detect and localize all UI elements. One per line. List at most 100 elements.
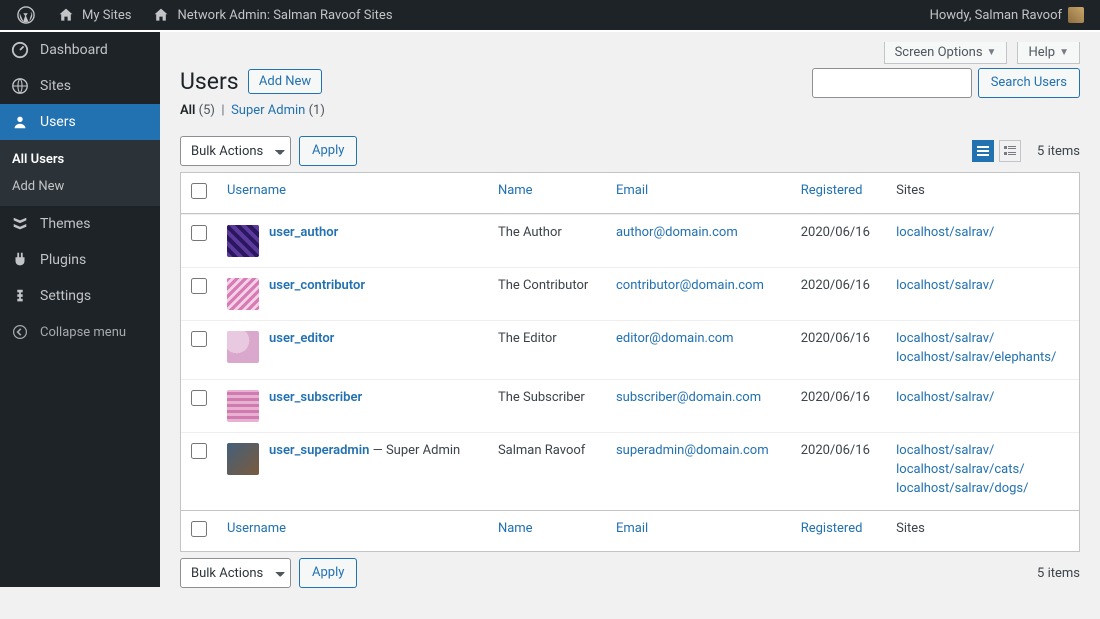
- sidebar-item-plugins[interactable]: Plugins: [0, 242, 160, 278]
- howdy-label: Howdy, Salman Ravoof: [930, 8, 1062, 23]
- sidebar-item-users[interactable]: Users: [0, 104, 160, 140]
- sites-cell: localhost/salrav/: [886, 267, 1079, 320]
- help-button[interactable]: Help▼: [1017, 42, 1080, 64]
- username-link[interactable]: user_author: [269, 225, 338, 240]
- site-link[interactable]: localhost/salrav/: [896, 278, 1069, 293]
- screen-meta-links: Screen Options▼ Help▼: [180, 42, 1080, 64]
- sidebar-item-settings[interactable]: Settings: [0, 278, 160, 314]
- col-sites: Sites: [886, 173, 1079, 214]
- site-link[interactable]: localhost/salrav/: [896, 331, 1069, 346]
- themes-icon: [10, 214, 30, 234]
- avatar-icon: [1068, 7, 1084, 23]
- select-all-checkbox[interactable]: [191, 183, 207, 199]
- name-cell: The Editor: [488, 320, 606, 379]
- email-link[interactable]: author@domain.com: [616, 225, 738, 240]
- site-link[interactable]: localhost/salrav/cats/: [896, 462, 1069, 477]
- table-row: user_subscriber The Subscriber subscribe…: [181, 379, 1079, 432]
- sites-cell: localhost/salrav/localhost/salrav/cats/l…: [886, 432, 1079, 510]
- sidebar-item-label: Users: [40, 114, 76, 130]
- filter-all-count: (5): [199, 103, 215, 118]
- screen-options-button[interactable]: Screen Options▼: [884, 42, 1008, 64]
- home-icon: [151, 5, 171, 25]
- registered-cell: 2020/06/16: [791, 432, 886, 510]
- username-link[interactable]: user_superadmin: [269, 443, 369, 458]
- search-users-button[interactable]: Search Users: [978, 68, 1080, 98]
- avatar: [227, 278, 259, 310]
- triangle-down-icon: ▼: [987, 47, 997, 58]
- sidebar-item-sites[interactable]: Sites: [0, 68, 160, 104]
- avatar: [227, 225, 259, 257]
- sidebar-item-themes[interactable]: Themes: [0, 206, 160, 242]
- wp-logo[interactable]: [8, 0, 44, 31]
- row-checkbox[interactable]: [191, 225, 207, 241]
- sidebar-item-label: Dashboard: [40, 42, 108, 58]
- username-link[interactable]: user_contributor: [269, 278, 365, 293]
- avatar: [227, 443, 259, 475]
- site-link[interactable]: localhost/salrav/: [896, 443, 1069, 458]
- my-sites-link[interactable]: My Sites: [48, 0, 139, 31]
- sidebar-item-dashboard[interactable]: Dashboard: [0, 32, 160, 68]
- site-link[interactable]: localhost/salrav/: [896, 390, 1069, 405]
- items-count: 5 items: [1037, 144, 1080, 159]
- email-link[interactable]: editor@domain.com: [616, 331, 734, 346]
- avatar: [227, 331, 259, 363]
- submenu-item-add-new[interactable]: Add New: [0, 173, 160, 200]
- filter-super-admin[interactable]: Super Admin: [231, 103, 305, 118]
- email-link[interactable]: contributor@domain.com: [616, 278, 764, 293]
- add-new-button[interactable]: Add New: [248, 69, 322, 94]
- sites-cell: localhost/salrav/: [886, 214, 1079, 267]
- account-link[interactable]: Howdy, Salman Ravoof: [922, 0, 1092, 31]
- collapse-menu[interactable]: Collapse menu: [0, 314, 160, 350]
- row-checkbox[interactable]: [191, 331, 207, 347]
- items-count: 5 items: [1037, 566, 1080, 581]
- submenu-item-all-users[interactable]: All Users: [0, 146, 160, 173]
- search-input[interactable]: [812, 68, 972, 98]
- table-footer-row: Username Name Email Registered Sites: [181, 510, 1079, 551]
- site-link[interactable]: localhost/salrav/dogs/: [896, 481, 1069, 496]
- col-email[interactable]: Email: [616, 183, 648, 198]
- col-registered[interactable]: Registered: [801, 183, 863, 198]
- col-username[interactable]: Username: [227, 183, 286, 198]
- username-link[interactable]: user_editor: [269, 331, 334, 346]
- sidebar-item-label: Themes: [40, 216, 90, 232]
- view-list-button[interactable]: [972, 140, 994, 162]
- bulk-actions-select[interactable]: Bulk Actions: [180, 136, 291, 166]
- username-link[interactable]: user_subscriber: [269, 390, 362, 405]
- users-icon: [10, 112, 30, 132]
- col-username[interactable]: Username: [227, 521, 286, 536]
- bulk-actions-select[interactable]: Bulk Actions: [180, 558, 291, 588]
- select-all-checkbox[interactable]: [191, 521, 207, 537]
- row-checkbox[interactable]: [191, 390, 207, 406]
- filter-super-count: (1): [309, 103, 325, 118]
- tablenav-top: Bulk Actions Apply 5 items: [180, 136, 1080, 166]
- wordpress-icon: [16, 5, 36, 25]
- table-row: user_superadmin — Super Admin Salman Rav…: [181, 432, 1079, 510]
- view-excerpt-button[interactable]: [999, 140, 1021, 162]
- view-filters: All (5) | Super Admin (1): [180, 103, 325, 118]
- site-link[interactable]: localhost/salrav/elephants/: [896, 350, 1069, 365]
- table-row: user_contributor The Contributor contrib…: [181, 267, 1079, 320]
- email-link[interactable]: subscriber@domain.com: [616, 390, 761, 405]
- users-table: Username Name Email Registered Sites use…: [180, 172, 1080, 552]
- page-title: Users: [180, 68, 239, 95]
- col-name[interactable]: Name: [498, 521, 533, 536]
- registered-cell: 2020/06/16: [791, 379, 886, 432]
- apply-button[interactable]: Apply: [299, 558, 357, 588]
- col-registered[interactable]: Registered: [801, 521, 863, 536]
- row-checkbox[interactable]: [191, 443, 207, 459]
- network-admin-link[interactable]: Network Admin: Salman Ravoof Sites: [143, 0, 400, 31]
- col-email[interactable]: Email: [616, 521, 648, 536]
- col-name[interactable]: Name: [498, 183, 533, 198]
- email-link[interactable]: superadmin@domain.com: [616, 443, 769, 458]
- view-switch: [970, 140, 1021, 162]
- main-content: Screen Options▼ Help▼ Users Add New All …: [160, 32, 1100, 614]
- filter-all[interactable]: All: [180, 103, 195, 118]
- registered-cell: 2020/06/16: [791, 320, 886, 379]
- registered-cell: 2020/06/16: [791, 267, 886, 320]
- site-link[interactable]: localhost/salrav/: [896, 225, 1069, 240]
- settings-icon: [10, 286, 30, 306]
- apply-button[interactable]: Apply: [299, 136, 357, 166]
- row-checkbox[interactable]: [191, 278, 207, 294]
- home-icon: [56, 5, 76, 25]
- col-sites: Sites: [886, 510, 1079, 551]
